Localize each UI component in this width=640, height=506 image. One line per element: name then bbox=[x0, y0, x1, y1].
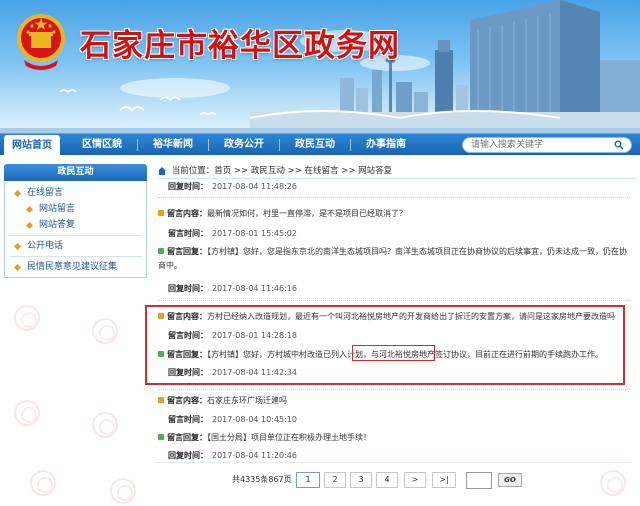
message-content-text: 最新情况如何，村里一直停滞，是不是项目已经取消了？ bbox=[207, 209, 407, 218]
reply-content-label: 留言回复： bbox=[167, 247, 207, 256]
left-sidebar: 政民互动 在线留言 网站留言 网站答复 公开电话 民情民意意见建议征集 bbox=[4, 164, 147, 278]
nav-service-guide[interactable]: 办事指南 bbox=[356, 134, 416, 156]
sidebar-divider bbox=[9, 256, 142, 257]
message-time-label: 留言时间： bbox=[168, 229, 208, 238]
go-button[interactable]: GO bbox=[498, 473, 522, 487]
entry-divider bbox=[158, 197, 630, 198]
sidebar-item-online-message[interactable]: 在线留言 bbox=[5, 185, 146, 201]
nav-separator bbox=[137, 139, 138, 151]
reply-time-label: 回复时间： bbox=[168, 451, 208, 460]
entry-divider bbox=[158, 300, 630, 301]
diamond-bullet-icon bbox=[25, 221, 34, 230]
sidebar-item-label: 民情民意意见建议征集 bbox=[27, 262, 118, 272]
message-time-row: 留言时间： 2017-08-04 10:45:10 bbox=[168, 414, 297, 425]
reply-time-label: 回复时间： bbox=[168, 182, 208, 191]
search-icon bbox=[614, 140, 624, 150]
diamond-bullet-icon bbox=[13, 242, 22, 251]
sidebar-item-opinion-collection[interactable]: 民情民意意见建议征集 bbox=[5, 259, 146, 275]
highlight-annotation-word bbox=[352, 345, 435, 361]
page-button-3[interactable]: 3 bbox=[350, 472, 372, 488]
sidebar-heading: 政民互动 bbox=[4, 164, 147, 181]
reply-time-value: 2017-08-04 11:46:16 bbox=[212, 284, 297, 293]
diamond-bullet-icon bbox=[25, 205, 34, 214]
nav-yuhua-news[interactable]: 裕华新闻 bbox=[143, 134, 203, 156]
reply-icon bbox=[158, 248, 164, 254]
sidebar-item-label: 公开电话 bbox=[27, 241, 64, 251]
breadcrumb: 当前位置：首页 >> 政民互动 >> 在线留言 >> 网站答复 bbox=[158, 163, 636, 179]
sidebar-menu: 在线留言 网站留言 网站答复 公开电话 民情民意意见建议征集 bbox=[4, 181, 147, 278]
reply-content-text: 【国土分局】项目单位正在积极办理土地手续！ bbox=[207, 433, 371, 442]
page-button-2[interactable]: 2 bbox=[324, 472, 346, 488]
pager-total: 共4335条867页 bbox=[232, 475, 292, 484]
watermark-logo bbox=[92, 412, 118, 438]
watermark-logo bbox=[14, 400, 40, 426]
sidebar-divider bbox=[9, 235, 142, 236]
page-button-1[interactable]: 1 bbox=[296, 472, 320, 488]
reply-time-value: 2017-08-04 11:20:46 bbox=[212, 451, 297, 460]
reply-time-label: 回复时间： bbox=[168, 284, 208, 293]
reply-content-text: 【方村镇】您好，您是指东京北的南洋生态城项目吗？南洋生态城项目正在协商协议的后续… bbox=[158, 247, 627, 270]
reply-content-row: 留言回复：【国土分局】项目单位正在积极办理土地手续！ bbox=[158, 432, 371, 443]
nav-separator bbox=[350, 139, 351, 151]
reply-time-row: 回复时间： 2017-08-04 11:48:26 bbox=[168, 181, 297, 192]
nav-citizen-interaction[interactable]: 政民互动 bbox=[285, 134, 345, 156]
message-content-text: 石家庄东环广场迁建吗 bbox=[207, 396, 287, 405]
message-time-value: 2017-08-04 10:45:10 bbox=[212, 415, 297, 424]
search-input[interactable] bbox=[462, 137, 632, 153]
page-button-4[interactable]: 4 bbox=[376, 472, 398, 488]
breadcrumb-path[interactable]: 首页 >> 政民互动 >> 在线留言 >> 网站答复 bbox=[214, 166, 392, 176]
watermark-logo bbox=[92, 318, 118, 344]
page-number-input[interactable] bbox=[466, 472, 492, 489]
last-page-button[interactable]: >| bbox=[432, 472, 456, 488]
watermark-logo bbox=[14, 305, 40, 331]
message-icon bbox=[158, 397, 164, 403]
watermark-logo bbox=[30, 470, 56, 496]
search-button[interactable] bbox=[612, 138, 626, 152]
nav-government-affairs[interactable]: 政务公开 bbox=[214, 134, 274, 156]
message-content-label: 留言内容： bbox=[167, 209, 207, 218]
sidebar-item-label: 在线留言 bbox=[27, 188, 64, 198]
reply-time-value: 2017-08-04 11:48:26 bbox=[212, 182, 297, 191]
reply-time-row: 回复时间： 2017-08-04 11:20:46 bbox=[168, 450, 297, 461]
message-content-row: 留言内容：石家庄东环广场迁建吗 bbox=[158, 395, 287, 406]
breadcrumb-prefix: 当前位置： bbox=[171, 166, 215, 176]
message-time-label: 留言时间： bbox=[168, 415, 208, 424]
sidebar-item-site-reply[interactable]: 网站答复 bbox=[5, 217, 146, 233]
national-emblem-icon bbox=[17, 14, 65, 70]
reply-content-label: 留言回复： bbox=[167, 433, 207, 442]
sidebar-item-label: 网站留言 bbox=[39, 204, 76, 214]
message-time-row: 留言时间： 2017-08-01 15:45:02 bbox=[168, 228, 297, 239]
reply-content-row: 留言回复：【方村镇】您好，您是指东京北的南洋生态城项目吗？南洋生态城项目正在协商… bbox=[158, 245, 630, 273]
message-content-label: 留言内容： bbox=[167, 396, 207, 405]
entry-divider bbox=[158, 389, 630, 390]
sidebar-item-label: 网站答复 bbox=[39, 220, 76, 230]
nav-separator bbox=[208, 139, 209, 151]
nav-home[interactable]: 网站首页 bbox=[4, 135, 60, 156]
site-title: 石家庄市裕华区政务网 bbox=[80, 28, 400, 64]
main-navigation: 网站首页 区情区貌 裕华新闻 政务公开 政民互动 办事指南 bbox=[0, 133, 640, 156]
sidebar-item-public-phone[interactable]: 公开电话 bbox=[5, 238, 146, 254]
message-icon bbox=[158, 210, 164, 216]
diamond-bullet-icon bbox=[13, 263, 22, 272]
message-time-value: 2017-08-01 15:45:02 bbox=[212, 229, 297, 238]
home-icon bbox=[158, 166, 166, 175]
list-bottom-rule bbox=[154, 462, 632, 463]
next-page-button[interactable]: > bbox=[404, 472, 426, 488]
nav-district-profile[interactable]: 区情区貌 bbox=[72, 134, 132, 156]
site-banner: 石家庄市裕华区政务网 bbox=[0, 0, 640, 133]
sidebar-item-site-message[interactable]: 网站留言 bbox=[5, 201, 146, 217]
diamond-bullet-icon bbox=[13, 189, 22, 198]
watermark-logo bbox=[110, 478, 136, 504]
message-content-row: 留言内容：最新情况如何，村里一直停滞，是不是项目已经取消了？ bbox=[158, 208, 407, 219]
nav-separator bbox=[279, 139, 280, 151]
reply-icon bbox=[158, 434, 164, 440]
watermark-logo bbox=[600, 470, 626, 496]
reply-time-row: 回复时间： 2017-08-04 11:46:16 bbox=[168, 283, 297, 294]
